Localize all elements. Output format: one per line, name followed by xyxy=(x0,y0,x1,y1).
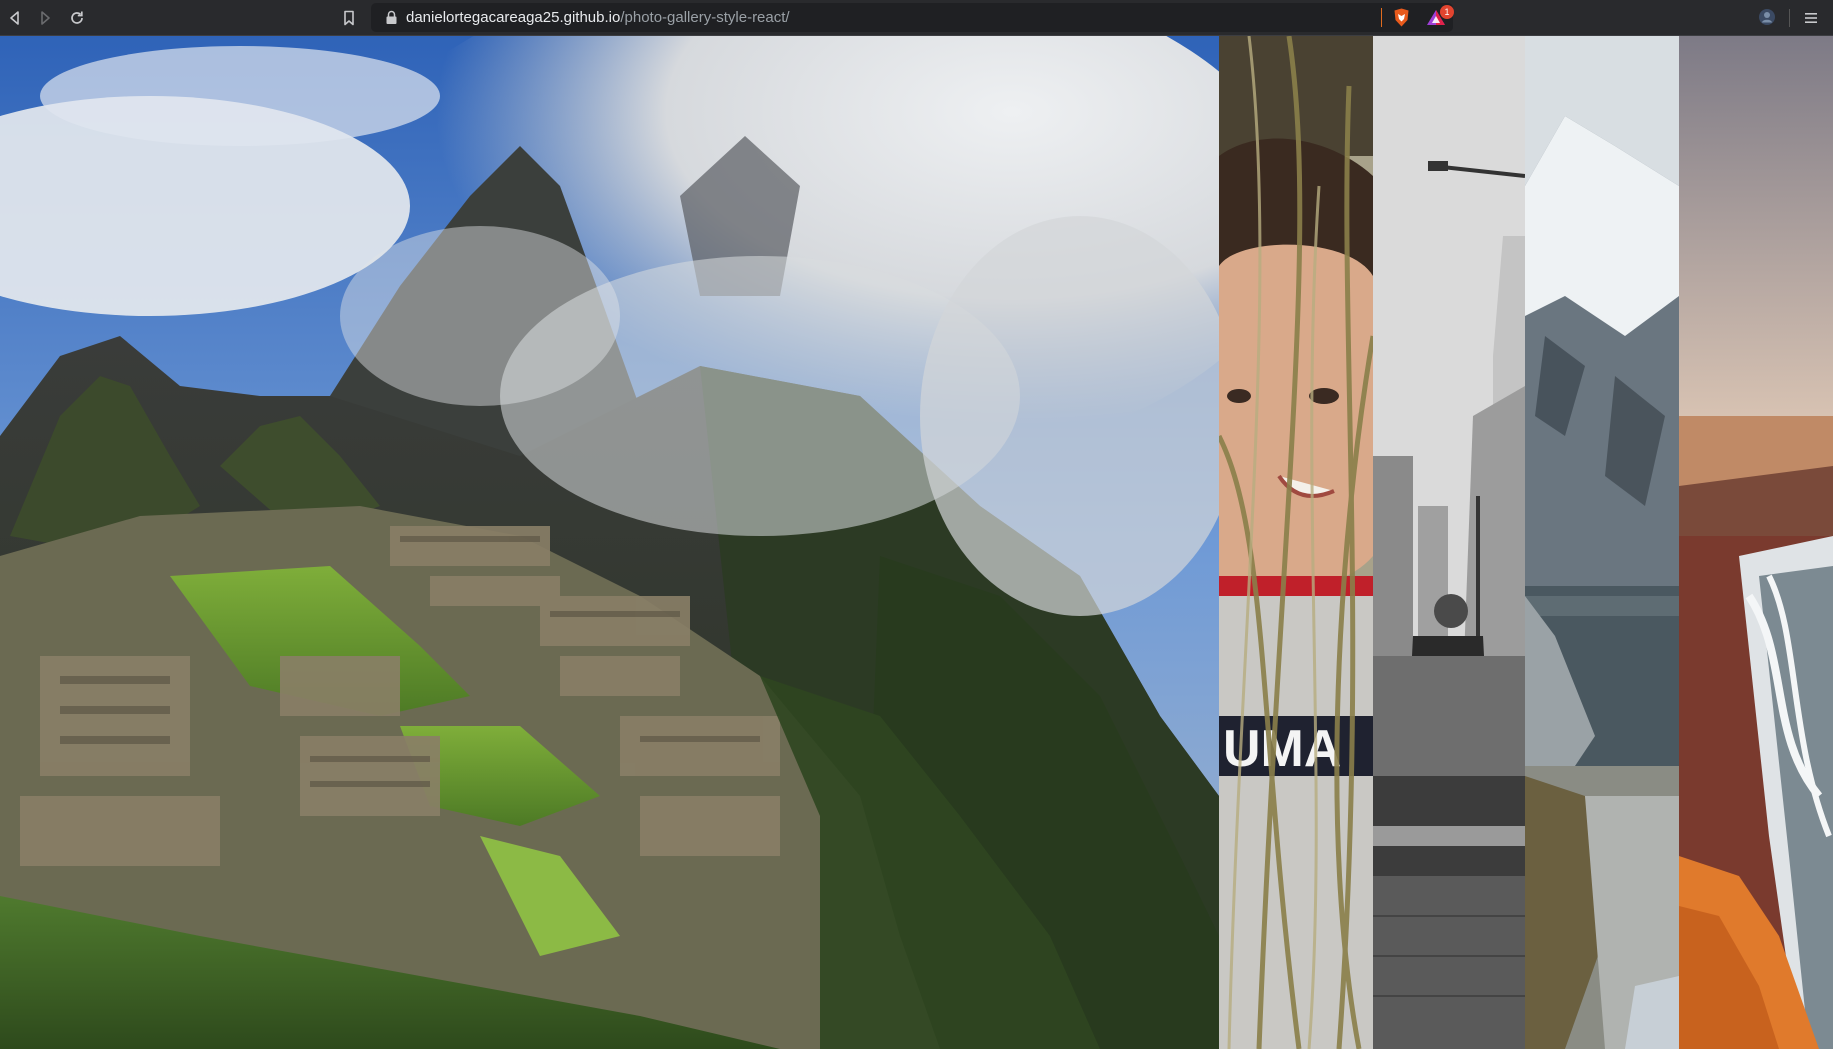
gallery-panel-city-street[interactable] xyxy=(1373,36,1525,1049)
back-icon xyxy=(10,11,19,25)
portrait-woman-photo: UMA xyxy=(1219,36,1373,1049)
menu-icon[interactable] xyxy=(1799,6,1823,30)
bookmark-button[interactable] xyxy=(336,5,362,31)
brave-shield-icon[interactable] xyxy=(1391,7,1412,28)
gallery-panel-beach-coast[interactable] xyxy=(1679,36,1833,1049)
address-bar[interactable]: danielortegacareaga25.github.io/photo-ga… xyxy=(371,3,1454,32)
forward-button[interactable] xyxy=(32,5,58,31)
toolbar-divider xyxy=(1789,9,1790,27)
city-street-photo xyxy=(1373,36,1525,1049)
browser-toolbar: danielortegacareaga25.github.io/photo-ga… xyxy=(0,0,1833,36)
rewards-badge: 1 xyxy=(1440,5,1454,19)
forward-icon xyxy=(41,11,50,25)
reload-icon xyxy=(71,11,83,24)
url-text[interactable]: danielortegacareaga25.github.io/photo-ga… xyxy=(406,9,790,26)
gallery-panel-snowy-cliff-lake[interactable] xyxy=(1525,36,1679,1049)
mountain-ruins-photo xyxy=(0,36,1219,1049)
url-path: /photo-gallery-style-react/ xyxy=(620,9,790,26)
profile-icon[interactable] xyxy=(1758,8,1776,26)
photo-gallery: UMA xyxy=(0,36,1833,1049)
snowy-cliff-lake-photo xyxy=(1525,36,1679,1049)
gallery-panel-mountain-ruins[interactable] xyxy=(0,36,1219,1049)
url-domain: danielortegacareaga25.github.io xyxy=(406,9,621,26)
beach-coast-photo xyxy=(1679,36,1833,1049)
back-button[interactable] xyxy=(2,5,28,31)
reload-button[interactable] xyxy=(64,5,90,31)
bookmark-icon xyxy=(344,10,354,26)
lock-icon[interactable] xyxy=(384,10,399,25)
url-divider xyxy=(1381,8,1382,27)
gallery-panel-portrait-woman[interactable]: UMA xyxy=(1219,36,1373,1049)
